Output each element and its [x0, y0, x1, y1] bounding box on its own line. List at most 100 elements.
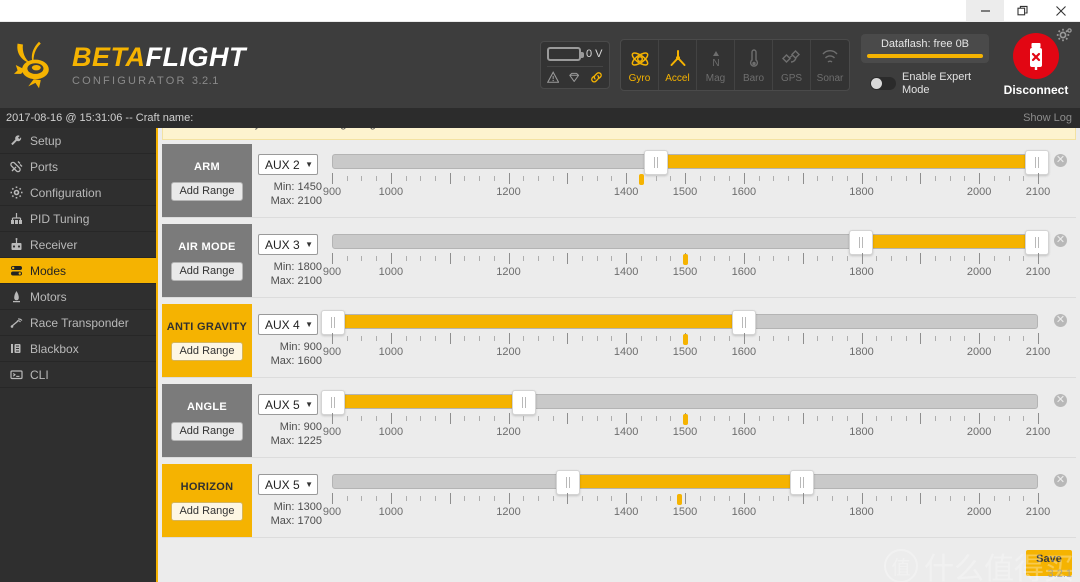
- scale-tick: [1023, 336, 1025, 341]
- scale-tick: [464, 496, 466, 501]
- channel-select[interactable]: AUX 5 ▼: [258, 474, 318, 495]
- slider-track[interactable]: [321, 390, 1038, 415]
- sensor-mag-label: Mag: [705, 72, 726, 84]
- scale-tick: [405, 336, 407, 341]
- add-range-button[interactable]: Add Range: [171, 261, 243, 281]
- sidebar-item-modes[interactable]: Modes: [0, 258, 156, 284]
- scale-tick: [346, 496, 348, 501]
- channel-select[interactable]: AUX 5 ▼: [258, 394, 318, 415]
- scale-label: 2000: [966, 346, 992, 358]
- slider-handle-min[interactable]: [555, 470, 580, 495]
- scale-tick: [479, 496, 481, 501]
- mode-body: AUX 5 ▼ Min: 900 Max: 1225 900 1000 1200 1400 15…: [252, 384, 1076, 457]
- sensor-gyro: Gyro: [621, 40, 659, 90]
- channel-select[interactable]: AUX 2 ▼: [258, 154, 318, 175]
- slider-scale: 900 1000 1200 1400 1500 1600 1800 2000 2100: [323, 253, 1050, 283]
- add-range-button[interactable]: Add Range: [171, 421, 243, 441]
- range-slider[interactable]: 900 1000 1200 1400 1500 1600 1800 2000 2100: [321, 390, 1076, 457]
- slider-handle-max[interactable]: [1025, 230, 1049, 255]
- add-range-button[interactable]: Add Range: [171, 181, 243, 201]
- scale-tick: [390, 173, 392, 184]
- slider-track[interactable]: [332, 470, 1038, 495]
- app-body: Setup Ports Configuration PID Tuning Receive…: [0, 128, 1080, 582]
- scale-tick: [523, 336, 525, 341]
- slider-handle-min[interactable]: [321, 390, 345, 415]
- slider-fill: [861, 235, 1037, 248]
- slider-track[interactable]: [332, 150, 1049, 175]
- scale-tick: [935, 416, 937, 421]
- remove-range-button[interactable]: ✕: [1054, 314, 1067, 327]
- scale-label: 1600: [731, 426, 757, 438]
- scale-tick: [640, 416, 642, 421]
- range-slider[interactable]: 900 1000 1200 1400 1500 1600 1800 2000 2100: [323, 470, 1076, 537]
- scale-tick: [361, 336, 363, 341]
- scale-tick: [729, 336, 731, 341]
- slider-handle-max[interactable]: [1025, 150, 1049, 175]
- scale-tick: [640, 496, 642, 501]
- range-min: Min: 900: [279, 341, 322, 353]
- scale-label: 1800: [849, 266, 874, 278]
- remove-range-button[interactable]: ✕: [1054, 154, 1067, 167]
- scale-tick: [567, 493, 569, 504]
- window-close-button[interactable]: [1042, 0, 1080, 21]
- sensor-sonar-label: Sonar: [816, 72, 844, 84]
- scale-tick: [493, 176, 495, 181]
- window-restore-button[interactable]: [1004, 0, 1042, 21]
- sidebar-item-setup[interactable]: Setup: [0, 128, 156, 154]
- channel-select[interactable]: AUX 4 ▼: [258, 314, 318, 335]
- slider-fill: [655, 155, 1037, 168]
- slider-handle-min[interactable]: [849, 230, 873, 255]
- slider-handle-min[interactable]: [321, 310, 345, 335]
- expert-mode-row[interactable]: Enable Expert Mode: [870, 71, 980, 97]
- scale-tick: [876, 496, 878, 501]
- warning-banner: Note: Make sure you are not arming using…: [162, 128, 1076, 140]
- scale-tick: [993, 176, 995, 181]
- range-max: Max: 2100: [270, 275, 322, 287]
- slider-track[interactable]: [332, 230, 1049, 255]
- sidebar-item-ports[interactable]: Ports: [0, 154, 156, 180]
- slider-scale: 900 1000 1200 1400 1500 1600 1800 2000 2100: [323, 413, 1050, 443]
- sensor-gps: GPS: [773, 40, 811, 90]
- scale-label: 1000: [378, 506, 404, 518]
- settings-gear-icon[interactable]: [1056, 28, 1072, 49]
- sidebar-item-label: Blackbox: [30, 341, 79, 356]
- scale-tick: [964, 176, 966, 181]
- add-range-button[interactable]: Add Range: [171, 501, 243, 521]
- app-logo: BETAFLIGHT CONFIGURATOR 3.2.1: [0, 40, 246, 90]
- sidebar-item-pid-tuning[interactable]: PID Tuning: [0, 206, 156, 232]
- remove-range-button[interactable]: ✕: [1054, 474, 1067, 487]
- window-minimize-button[interactable]: [966, 0, 1004, 21]
- scale-tick: [508, 413, 510, 424]
- range-slider[interactable]: 900 1000 1200 1400 1500 1600 1800 2000 2100: [321, 310, 1076, 377]
- scale-tick: [434, 496, 436, 501]
- sidebar-item-motors[interactable]: Motors: [0, 284, 156, 310]
- sidebar-item-blackbox[interactable]: Blackbox: [0, 336, 156, 362]
- brand-subtitle: CONFIGURATOR 3.2.1: [72, 75, 246, 87]
- scale-label: 1600: [731, 506, 757, 518]
- range-slider[interactable]: 900 1000 1200 1400 1500 1600 1800 2000 2100: [323, 150, 1076, 217]
- remove-range-button[interactable]: ✕: [1054, 394, 1067, 407]
- sidebar-item-receiver[interactable]: Receiver: [0, 232, 156, 258]
- scale-tick: [493, 336, 495, 341]
- expert-mode-toggle[interactable]: [870, 77, 896, 90]
- remove-range-button[interactable]: ✕: [1054, 234, 1067, 247]
- slider-track[interactable]: [321, 310, 1038, 335]
- range-slider[interactable]: 900 1000 1200 1400 1500 1600 1800 2000 2100: [323, 230, 1076, 297]
- add-range-button[interactable]: Add Range: [171, 341, 243, 361]
- slider-handle-min[interactable]: [643, 150, 668, 175]
- sidebar-item-cli[interactable]: CLI: [0, 362, 156, 388]
- scale-tick: [390, 333, 392, 344]
- channel-select[interactable]: AUX 3 ▼: [258, 234, 318, 255]
- slider-handle-max[interactable]: [790, 470, 815, 495]
- scale-tick: [479, 416, 481, 421]
- scale-tick: [405, 176, 407, 181]
- slider-handle-max[interactable]: [511, 390, 536, 415]
- show-log-link[interactable]: Show Log: [1023, 112, 1072, 124]
- scale-tick: [596, 256, 598, 261]
- scale-tick: [390, 413, 392, 424]
- sidebar-item-label: Configuration: [30, 185, 102, 200]
- sidebar-item-race-transponder[interactable]: Race Transponder: [0, 310, 156, 336]
- slider-handle-max[interactable]: [731, 310, 756, 335]
- sidebar-item-configuration[interactable]: Configuration: [0, 180, 156, 206]
- scale-label: 1000: [378, 346, 404, 358]
